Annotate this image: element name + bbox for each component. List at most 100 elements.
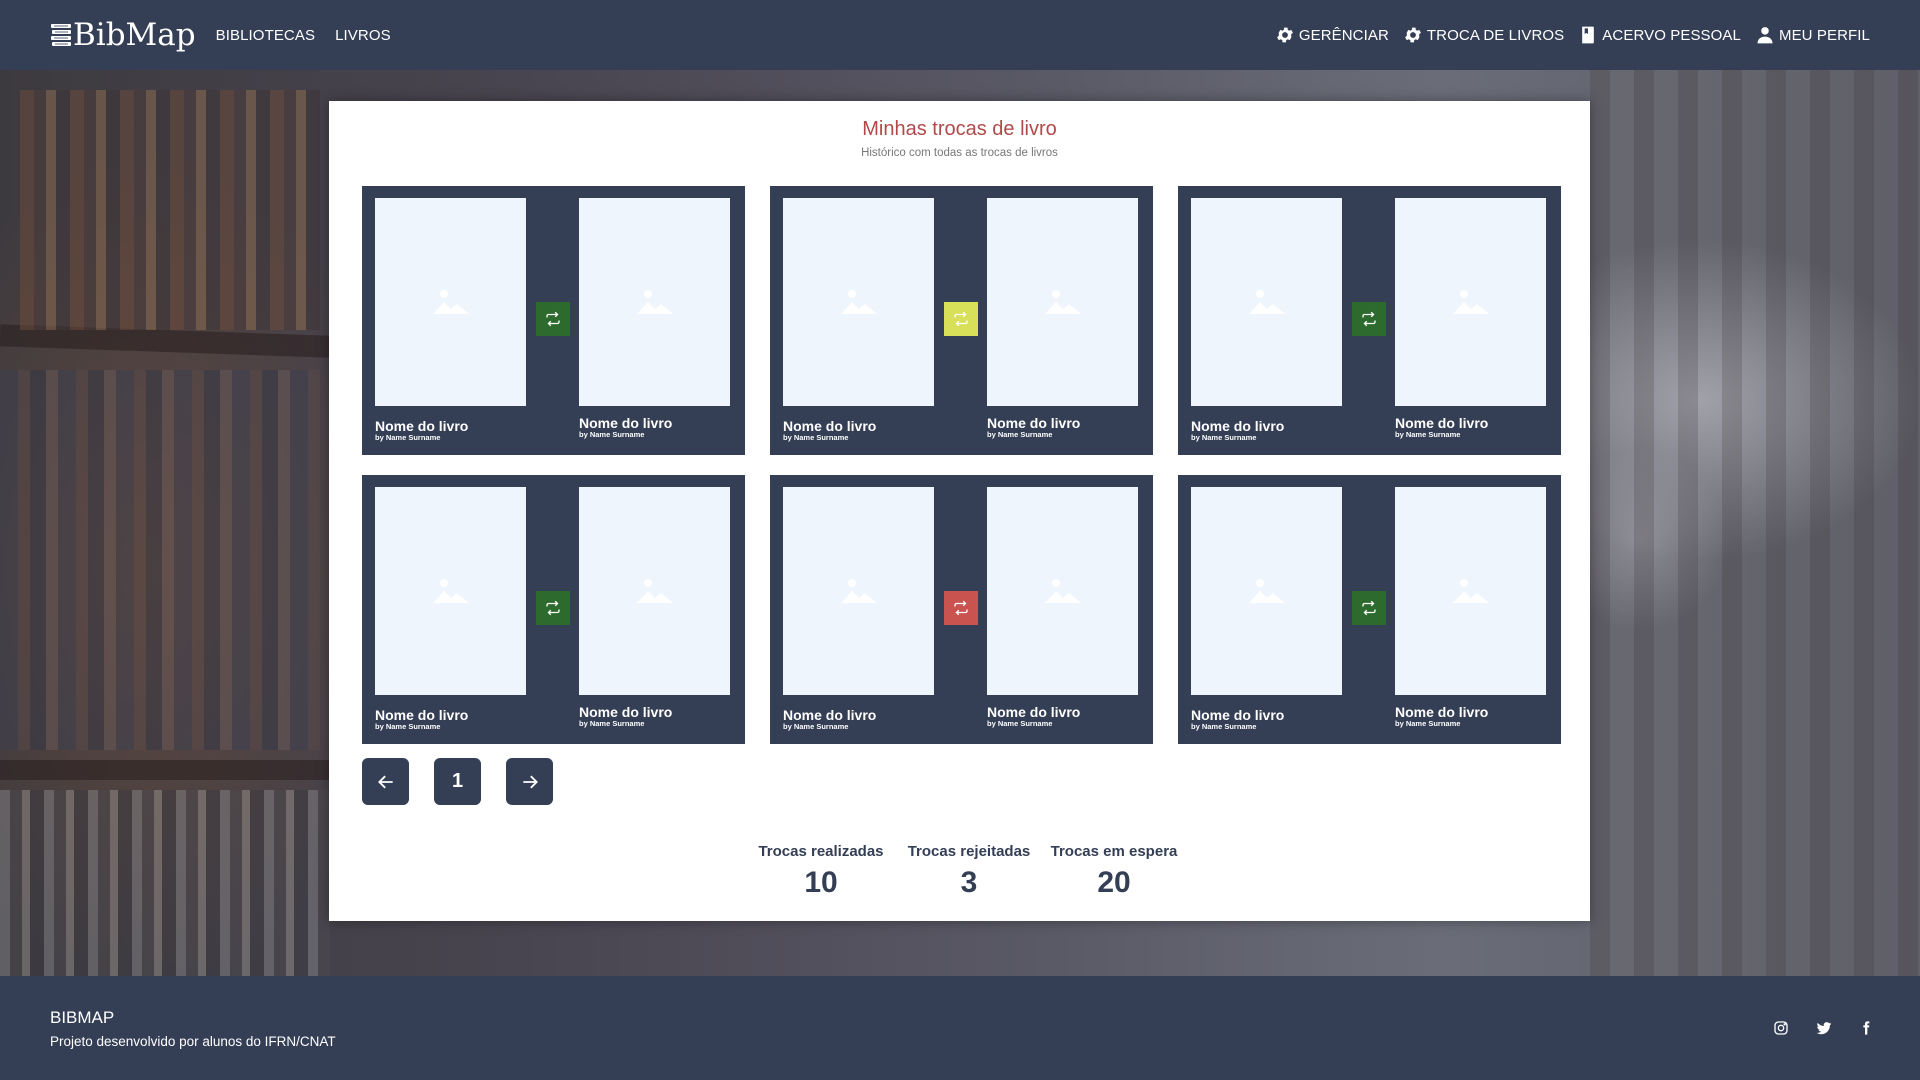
navbar: BibMap BIBLIOTECAS LIVROS GERÊNCIAR TROC… [0, 0, 1920, 70]
image-placeholder-icon [432, 579, 469, 603]
trade-card[interactable]: Nome do livro by Name Surname Nome do livr… [770, 475, 1153, 744]
previous-page-button[interactable] [362, 758, 409, 805]
book-name-left: Nome do livro [1191, 707, 1285, 723]
book-cover-right [1395, 198, 1546, 406]
next-page-button[interactable] [506, 758, 553, 805]
image-placeholder-icon [1248, 579, 1285, 603]
stat-value: 10 [804, 866, 838, 899]
books-stack-icon [51, 24, 71, 46]
nav-link-meu-perfil[interactable]: MEU PERFIL [1755, 25, 1870, 45]
page-title: Minhas trocas de livro [862, 118, 1057, 140]
trade-status-button[interactable] [1352, 302, 1386, 336]
stat-label: Trocas rejeitadas [907, 843, 1031, 860]
nav-link-bibliotecas[interactable]: BIBLIOTECAS [216, 27, 315, 44]
facebook-icon[interactable] [1857, 1019, 1875, 1037]
trade-card[interactable]: Nome do livro by Name Surname Nome do livr… [362, 475, 745, 744]
trade-status-button[interactable] [536, 591, 570, 625]
brand-name: BibMap [73, 17, 196, 53]
book-cover-right [579, 487, 730, 695]
image-placeholder-icon [1452, 579, 1489, 603]
gear-icon [1276, 27, 1293, 43]
trade-status-button[interactable] [944, 302, 978, 336]
book-author-right: by Name Surname [1395, 430, 1461, 439]
book-author-left: by Name Surname [1191, 722, 1257, 731]
book-name-left: Nome do livro [783, 707, 877, 723]
book-name-right: Nome do livro [987, 415, 1081, 431]
trade-status-button[interactable] [944, 591, 978, 625]
book-cover-left [783, 198, 934, 406]
brand-logo[interactable]: BibMap [50, 17, 196, 53]
stat-label: Trocas realizadas [758, 843, 884, 860]
swap-icon [546, 311, 560, 327]
nav-link-label: ACERVO PESSOAL [1602, 26, 1741, 44]
footer-title: BIBMAP [50, 1008, 115, 1027]
book-author-right: by Name Surname [579, 430, 645, 439]
image-placeholder-icon [840, 579, 877, 603]
stat-trocas-rejeitadas: Trocas rejeitadas 3 [904, 843, 1034, 900]
gear-icon [1405, 27, 1421, 43]
swap-icon [954, 600, 968, 616]
nav-link-label: GERÊNCIAR [1298, 26, 1389, 44]
book-cover-left [375, 198, 526, 406]
book-name-right: Nome do livro [579, 704, 673, 720]
footer-subtitle: Projeto desenvolvido por alunos do IFRN/… [50, 1034, 336, 1049]
trade-card[interactable]: Nome do livro by Name Surname Nome do livr… [1178, 475, 1561, 744]
image-placeholder-icon [1248, 290, 1285, 314]
book-author-left: by Name Surname [783, 722, 849, 731]
book-cover-left [783, 487, 934, 695]
stat-trocas-realizadas: Trocas realizadas 10 [757, 843, 885, 900]
nav-link-label: TROCA DE LIVROS [1426, 26, 1565, 44]
trade-status-button[interactable] [536, 302, 570, 336]
book-author-right: by Name Surname [987, 719, 1053, 728]
book-name-right: Nome do livro [1395, 704, 1489, 720]
book-cover-right [987, 198, 1138, 406]
stat-label: Trocas em espera [1050, 843, 1178, 860]
image-placeholder-icon [1044, 579, 1081, 603]
book-name-left: Nome do livro [375, 707, 469, 723]
swap-icon [546, 600, 560, 616]
book-icon [1582, 26, 1595, 44]
book-author-right: by Name Surname [579, 719, 645, 728]
stat-value: 20 [1097, 866, 1131, 899]
book-author-left: by Name Surname [375, 722, 441, 731]
book-name-left: Nome do livro [783, 418, 877, 434]
instagram-icon[interactable] [1772, 1019, 1790, 1037]
nav-link-troca-de-livros[interactable]: TROCA DE LIVROS [1403, 25, 1564, 45]
nav-link-label: MEU PERFIL [1778, 26, 1870, 44]
swap-icon [1362, 600, 1376, 616]
stat-value: 3 [960, 866, 978, 899]
footer: BIBMAP Projeto desenvolvido por alunos d… [0, 976, 1920, 1080]
book-cover-left [1191, 487, 1342, 695]
book-name-left: Nome do livro [375, 418, 469, 434]
nav-right: GERÊNCIAR TROCA DE LIVROS ACERVO PESSOAL… [1261, 25, 1870, 45]
book-author-right: by Name Surname [1395, 719, 1461, 728]
book-cover-right [1395, 487, 1546, 695]
trade-status-button[interactable] [1352, 591, 1386, 625]
image-placeholder-icon [636, 290, 673, 314]
swap-icon [954, 311, 968, 327]
trades-card: Minhas trocas de livro Histórico com tod… [329, 101, 1590, 921]
nav-link-gerenciar[interactable]: GERÊNCIAR [1275, 25, 1389, 45]
image-placeholder-icon [636, 579, 673, 603]
page-subtitle: Histórico com todas as trocas de livros [861, 147, 1058, 159]
trade-card[interactable]: Nome do livro by Name Surname Nome do livr… [1178, 186, 1561, 455]
book-author-left: by Name Surname [783, 433, 849, 442]
twitter-icon[interactable] [1815, 1019, 1833, 1037]
trade-card[interactable]: Nome do livro by Name Surname Nome do livr… [770, 186, 1153, 455]
trade-card[interactable]: Nome do livro by Name Surname Nome do livr… [362, 186, 745, 455]
book-name-right: Nome do livro [1395, 415, 1489, 431]
book-author-left: by Name Surname [1191, 433, 1257, 442]
user-icon [1757, 27, 1773, 44]
book-name-left: Nome do livro [1191, 418, 1285, 434]
page-number-button[interactable]: 1 [434, 758, 481, 805]
nav-link-acervo-pessoal[interactable]: ACERVO PESSOAL [1578, 25, 1741, 45]
image-placeholder-icon [432, 290, 469, 314]
image-placeholder-icon [840, 290, 877, 314]
arrow-right-icon [522, 775, 538, 788]
book-author-right: by Name Surname [987, 430, 1053, 439]
nav-link-livros[interactable]: LIVROS [335, 27, 391, 44]
image-placeholder-icon [1452, 290, 1489, 314]
nav-left: BIBLIOTECAS LIVROS [216, 27, 411, 44]
book-name-right: Nome do livro [579, 415, 673, 431]
book-cover-left [1191, 198, 1342, 406]
